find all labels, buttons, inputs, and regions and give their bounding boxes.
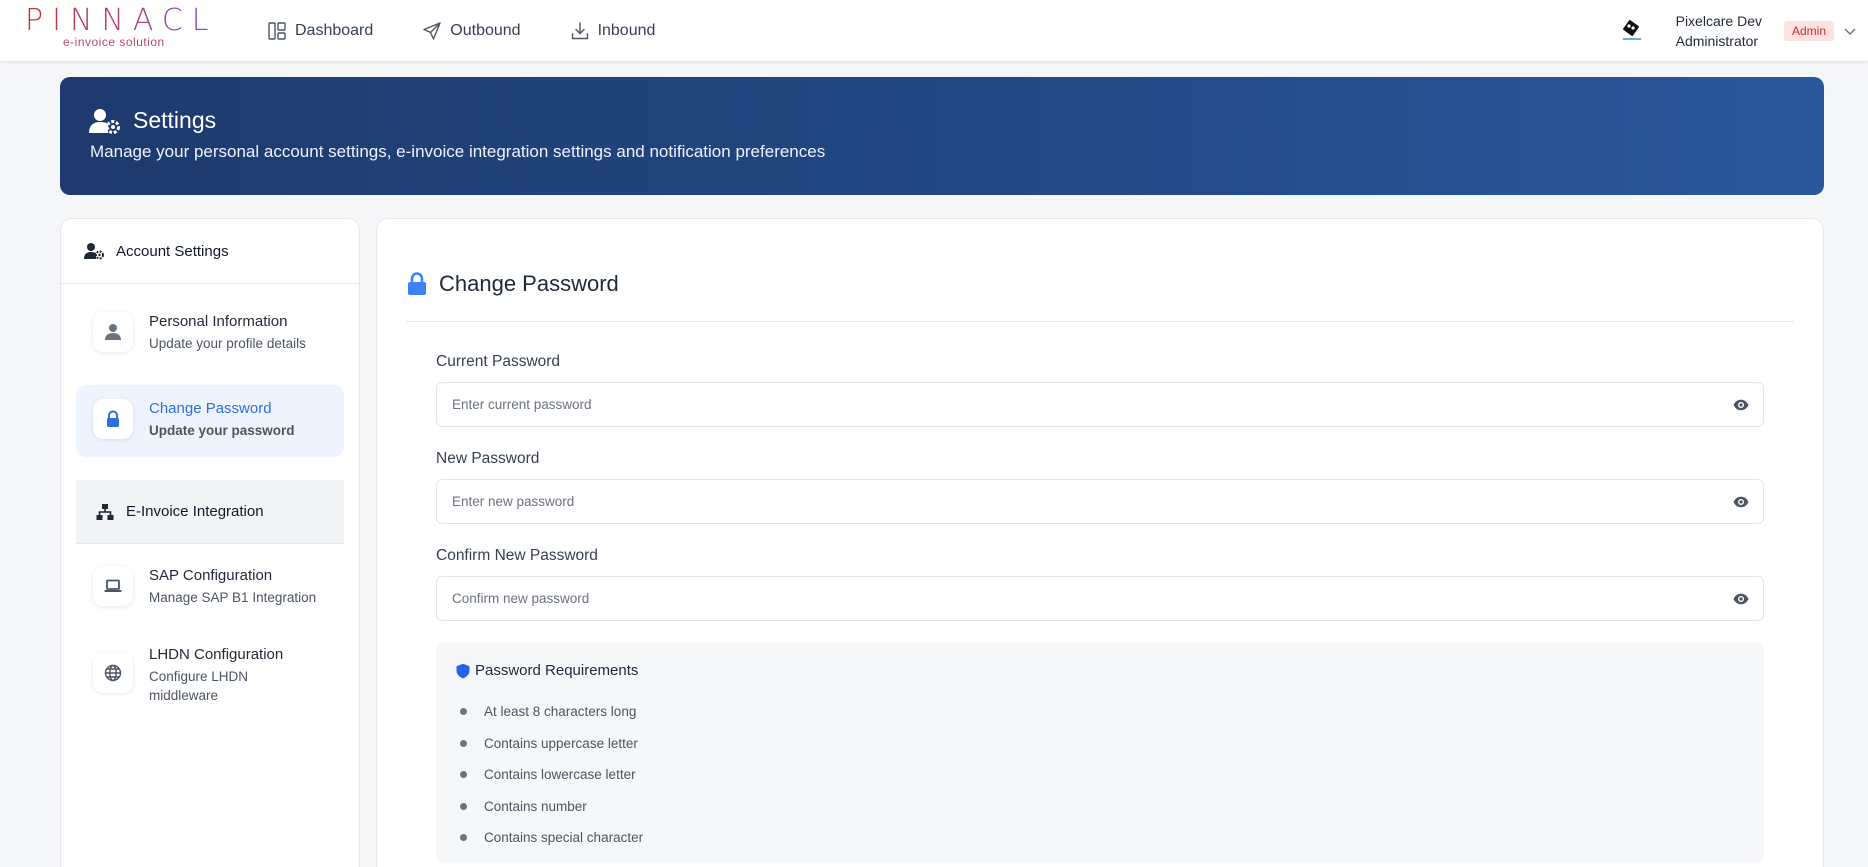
user-title: Administrator bbox=[1675, 33, 1759, 49]
confirm-password-label: Confirm New Password bbox=[436, 547, 598, 564]
requirement-text: Contains lowercase letter bbox=[484, 767, 636, 783]
user-settings-icon bbox=[89, 108, 120, 134]
main-nav: Dashboard Outbound Inbound bbox=[268, 0, 705, 62]
nav-inbound-label: Inbound bbox=[597, 22, 656, 39]
confirm-password-input[interactable] bbox=[437, 577, 1697, 620]
nav-dashboard[interactable]: Dashboard bbox=[268, 22, 373, 40]
confirm-password-field bbox=[436, 576, 1764, 621]
requirement-text: Contains uppercase letter bbox=[484, 735, 638, 751]
side-icon-box bbox=[93, 399, 133, 439]
requirement-text: Contains number bbox=[484, 798, 587, 814]
dashboard-icon bbox=[268, 22, 286, 40]
top-navbar: PINNACLE e-invoice solution Dashboard Ou… bbox=[0, 0, 1868, 62]
list-item: Contains uppercase letter bbox=[460, 728, 643, 760]
list-item: Contains number bbox=[460, 791, 643, 823]
list-item: Contains lowercase letter bbox=[460, 759, 643, 791]
logo-subtitle: e-invoice solution bbox=[63, 35, 165, 49]
user-settings-icon bbox=[84, 243, 104, 260]
sidebar-item-title: SAP Configuration bbox=[149, 567, 273, 584]
sidebar-item-sap-configuration[interactable]: SAP Configuration Manage SAP B1 Integrat… bbox=[76, 552, 344, 628]
sidebar-header: Account Settings bbox=[61, 219, 359, 284]
eye-icon[interactable] bbox=[1733, 494, 1749, 510]
nav-outbound-label: Outbound bbox=[450, 22, 521, 39]
current-password-input[interactable] bbox=[437, 383, 1697, 426]
settings-sidebar: Account Settings Personal Information Up… bbox=[60, 218, 360, 867]
sidebar-item-title: Personal Information bbox=[149, 313, 288, 330]
current-password-label: Current Password bbox=[436, 353, 561, 370]
side-icon-box bbox=[93, 312, 133, 352]
requirement-text: Contains special character bbox=[484, 830, 644, 846]
sidebar-section-einvoice: E-Invoice Integration bbox=[76, 480, 344, 544]
sidebar-item-personal-information[interactable]: Personal Information Update your profile… bbox=[76, 298, 344, 374]
page-title: Change Password bbox=[407, 271, 619, 297]
sidebar-item-subtitle: Configure LHDN middleware bbox=[149, 669, 249, 703]
sidebar-item-title: LHDN Configuration bbox=[149, 646, 284, 663]
user-menu[interactable]: Pixelcare Dev Administrator Admin bbox=[1620, 0, 1868, 62]
role-badge: Admin bbox=[1783, 21, 1834, 41]
logo-text: PINNACLE bbox=[25, 3, 246, 38]
current-password-field bbox=[436, 382, 1764, 427]
bullet-icon bbox=[460, 834, 467, 842]
laptop-icon bbox=[104, 579, 122, 592]
side-icon-box bbox=[93, 566, 133, 606]
new-password-input[interactable] bbox=[437, 480, 1697, 523]
shield-icon bbox=[456, 663, 470, 678]
send-icon bbox=[423, 22, 441, 40]
sidebar-item-title: Change Password bbox=[149, 400, 272, 417]
banner-title-text: Settings bbox=[133, 107, 217, 133]
password-requirements: Password Requirements At least 8 charact… bbox=[436, 643, 1764, 863]
user-icon bbox=[105, 324, 121, 340]
settings-banner: Settings Manage your personal account se… bbox=[60, 77, 1824, 195]
sidebar-item-lhdn-configuration[interactable]: LHDN Configuration Configure LHDN middle… bbox=[76, 631, 344, 715]
bullet-icon bbox=[460, 771, 467, 779]
requirements-list: At least 8 characters long Contains uppe… bbox=[460, 696, 643, 854]
banner-title: Settings bbox=[89, 107, 216, 134]
sidebar-section-label: E-Invoice Integration bbox=[126, 503, 264, 520]
divider bbox=[406, 321, 1794, 322]
bullet-icon bbox=[460, 739, 467, 747]
chevron-down-icon[interactable] bbox=[1842, 23, 1858, 39]
avatar bbox=[1622, 20, 1641, 40]
bullet-icon bbox=[460, 802, 467, 810]
sidebar-item-subtitle: Manage SAP B1 Integration bbox=[149, 590, 317, 605]
bullet-icon bbox=[460, 708, 467, 716]
list-item: At least 8 characters long bbox=[460, 696, 643, 728]
nav-dashboard-label: Dashboard bbox=[295, 22, 374, 39]
sidebar-item-change-password[interactable]: Change Password Update your password bbox=[76, 385, 344, 457]
requirements-title: Password Requirements bbox=[455, 662, 638, 679]
requirements-title-text: Password Requirements bbox=[475, 662, 639, 679]
eye-icon[interactable] bbox=[1733, 591, 1749, 607]
requirement-text: At least 8 characters long bbox=[484, 704, 637, 720]
sidebar-item-subtitle: Update your password bbox=[149, 423, 295, 438]
banner-description: Manage your personal account settings, e… bbox=[90, 142, 826, 161]
lock-icon bbox=[107, 410, 119, 427]
sidebar-header-label: Account Settings bbox=[116, 242, 229, 260]
change-password-panel: Change Password Current Password New Pas… bbox=[376, 218, 1824, 867]
new-password-field bbox=[436, 479, 1764, 524]
network-icon bbox=[96, 503, 114, 520]
new-password-label: New Password bbox=[436, 450, 540, 467]
user-name: Pixelcare Dev bbox=[1675, 13, 1762, 29]
download-icon bbox=[571, 22, 588, 40]
nav-outbound[interactable]: Outbound bbox=[423, 22, 521, 40]
brand-logo[interactable]: PINNACLE e-invoice solution bbox=[25, 3, 246, 50]
globe-icon bbox=[104, 664, 122, 682]
page-title-text: Change Password bbox=[439, 271, 619, 296]
user-info: Pixelcare Dev Administrator bbox=[1676, 11, 1762, 51]
list-item: Contains special character bbox=[460, 822, 643, 854]
eye-icon[interactable] bbox=[1733, 397, 1749, 413]
side-icon-box bbox=[93, 653, 133, 693]
sidebar-item-subtitle: Update your profile details bbox=[149, 336, 306, 351]
nav-inbound[interactable]: Inbound bbox=[571, 22, 656, 40]
lock-icon bbox=[408, 272, 426, 295]
